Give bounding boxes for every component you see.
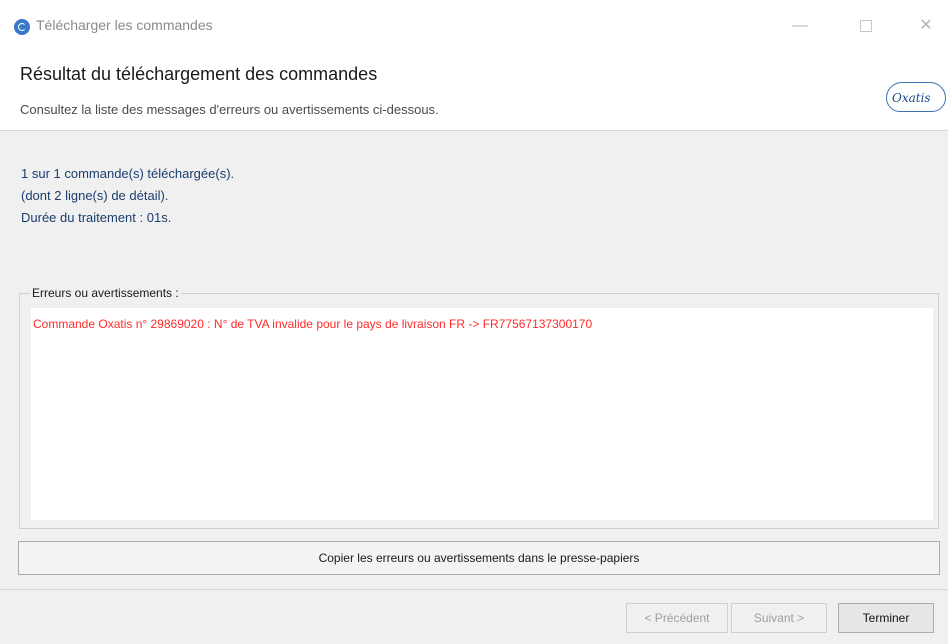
wizard-header: Résultat du téléchargement des commandes… bbox=[0, 52, 948, 131]
summary-orders-count: 1 sur 1 commande(s) téléchargée(s). bbox=[21, 166, 235, 181]
window-title: Télécharger les commandes bbox=[36, 17, 213, 33]
errors-list[interactable]: Commande Oxatis n° 29869020 : N° de TVA … bbox=[31, 308, 933, 520]
app-icon bbox=[14, 19, 30, 35]
minimize-button[interactable]: — bbox=[780, 12, 820, 40]
errors-group-label: Erreurs ou avertissements : bbox=[30, 286, 181, 300]
page-title: Résultat du téléchargement des commandes bbox=[20, 64, 378, 84]
error-message: Commande Oxatis n° 29869020 : N° de TVA … bbox=[33, 317, 593, 331]
maximize-button[interactable] bbox=[846, 12, 886, 40]
page-subtitle: Consultez la liste des messages d'erreur… bbox=[20, 102, 439, 117]
next-button[interactable]: Suivant > bbox=[731, 603, 827, 633]
footer-separator bbox=[0, 589, 948, 590]
download-summary: 1 sur 1 commande(s) téléchargée(s). (don… bbox=[21, 163, 234, 229]
summary-duration: Durée du traitement : 01s. bbox=[21, 210, 172, 225]
copy-errors-button[interactable]: Copier les erreurs ou avertissements dan… bbox=[18, 541, 940, 575]
close-button[interactable]: ✕ bbox=[906, 12, 946, 40]
summary-detail-lines: (dont 2 ligne(s) de détail). bbox=[21, 188, 169, 203]
title-bar[interactable]: Télécharger les commandes — ✕ bbox=[0, 0, 948, 52]
oxatis-logo: Oxatis bbox=[886, 82, 946, 112]
download-orders-window: Télécharger les commandes — ✕ Résultat d… bbox=[0, 0, 948, 644]
maximize-icon bbox=[860, 19, 872, 32]
previous-button[interactable]: < Précédent bbox=[626, 603, 728, 633]
finish-button[interactable]: Terminer bbox=[838, 603, 934, 633]
